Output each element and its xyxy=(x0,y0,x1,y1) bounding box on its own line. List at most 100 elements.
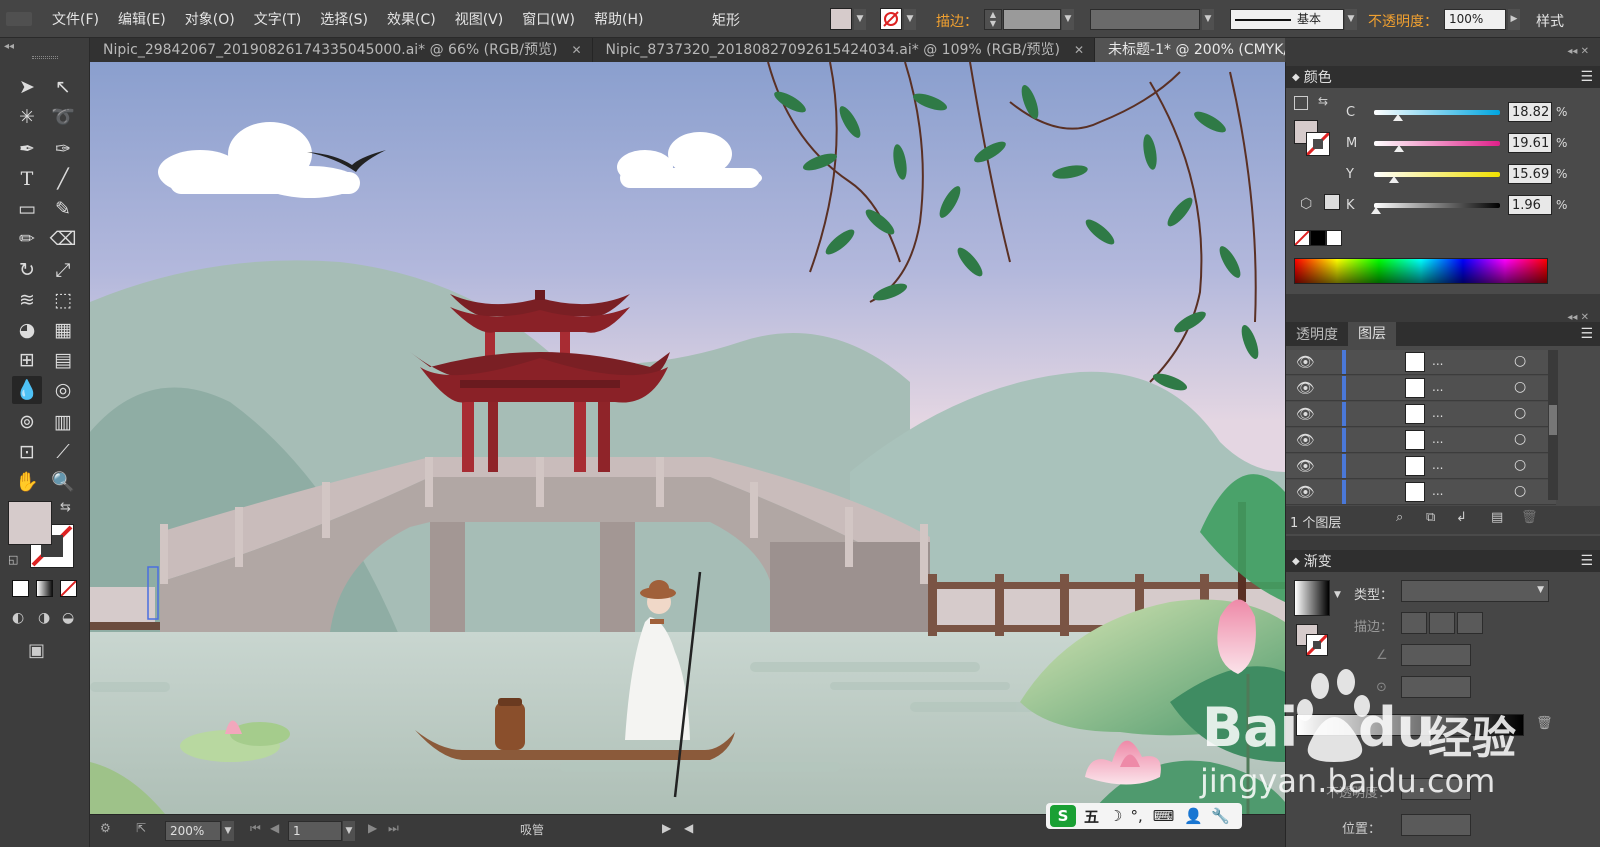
menu-type[interactable]: 文字(T) xyxy=(254,9,301,29)
target-icon[interactable]: ○ xyxy=(1514,431,1526,447)
wrench-icon[interactable]: 🔧 xyxy=(1211,807,1230,825)
layer-name[interactable]: ... xyxy=(1432,484,1443,498)
stroke-dropdown[interactable]: ▼ xyxy=(904,9,916,30)
tab-layers[interactable]: 图层 xyxy=(1348,322,1396,346)
target-icon[interactable]: ○ xyxy=(1514,483,1526,499)
pencil-tool-icon[interactable]: ✏ xyxy=(12,225,42,253)
stroke-swatch[interactable] xyxy=(880,8,902,30)
stroke-weight-dropdown[interactable]: ▼ xyxy=(1062,9,1074,30)
layer-row[interactable]: 👁... ○ xyxy=(1286,480,1556,505)
gradient-slider[interactable] xyxy=(1296,714,1524,736)
layer-row[interactable]: 👁... ○ xyxy=(1286,350,1556,375)
line-tool-icon[interactable]: ╱ xyxy=(48,165,78,193)
artboard-tool-icon[interactable]: ⊡ xyxy=(12,438,42,466)
panel-menu-icon[interactable]: ☰ xyxy=(1580,326,1593,342)
eyedropper-tool-icon[interactable]: 💧 xyxy=(12,376,42,404)
stop-opacity-field[interactable] xyxy=(1401,778,1471,800)
new-layer-icon[interactable]: ▤ xyxy=(1491,510,1503,525)
first-artboard-icon[interactable]: ⏮ xyxy=(250,821,261,836)
slider-thumb[interactable] xyxy=(1392,114,1403,121)
eye-icon[interactable]: 👁 xyxy=(1296,379,1315,397)
color-panel-header[interactable]: ◆ 颜色 ☰ xyxy=(1286,66,1600,88)
gradient-tool-icon[interactable]: ▤ xyxy=(48,346,78,374)
paintbrush-tool-icon[interactable]: ✎ xyxy=(48,195,78,223)
width-tool-icon[interactable]: ≋ xyxy=(12,286,42,314)
free-transform-tool-icon[interactable]: ⬚ xyxy=(48,286,78,314)
pen-tool-icon[interactable]: ✒ xyxy=(12,135,42,163)
status-settings-icon[interactable]: ⚙ xyxy=(100,821,111,835)
rectangle-tool-icon[interactable]: ▭ xyxy=(12,195,42,223)
tab-document-1[interactable]: Nipic_29842067_20190826174335045000.ai* … xyxy=(90,38,593,62)
angle-field[interactable] xyxy=(1401,644,1471,666)
layer-name[interactable]: ... xyxy=(1432,432,1443,446)
draw-normal-icon[interactable]: ◐ xyxy=(12,610,24,626)
screen-mode-icon[interactable]: ▣ xyxy=(28,640,45,661)
gradient-mode-icon[interactable] xyxy=(36,580,53,597)
fill-color-front[interactable] xyxy=(8,501,52,545)
shape-builder-tool-icon[interactable]: ◕ xyxy=(12,316,42,344)
zoom-field[interactable]: 200% xyxy=(165,821,221,841)
color-spectrum[interactable] xyxy=(1294,258,1548,284)
panel-menu-icon[interactable]: ☰ xyxy=(1580,69,1593,85)
draw-behind-icon[interactable]: ◑ xyxy=(38,610,50,626)
stepper-up-icon[interactable]: ▲ xyxy=(985,10,1001,19)
eye-icon[interactable]: 👁 xyxy=(1296,483,1315,501)
stroke-weight-field[interactable] xyxy=(1003,9,1061,30)
black-slider[interactable] xyxy=(1374,202,1500,208)
grip-icon[interactable] xyxy=(32,56,58,59)
curvature-tool-icon[interactable]: ✑ xyxy=(48,135,78,163)
eye-icon[interactable]: 👁 xyxy=(1296,431,1315,449)
menu-window[interactable]: 窗口(W) xyxy=(522,9,575,29)
scroll-left-icon[interactable]: ◀ xyxy=(684,821,693,835)
symbol-sprayer-tool-icon[interactable]: ⊚ xyxy=(12,408,42,436)
app-menu-handle[interactable] xyxy=(6,12,32,26)
cyan-value[interactable]: 18.82 xyxy=(1508,102,1552,122)
next-artboard-icon[interactable]: ▶ xyxy=(368,821,377,835)
fill-mini-icon[interactable] xyxy=(1294,96,1308,110)
none-swatch[interactable] xyxy=(1294,230,1310,246)
hand-tool-icon[interactable]: ✋ xyxy=(12,468,42,496)
artboard-dropdown[interactable]: ▼ xyxy=(343,821,355,841)
target-icon[interactable]: ○ xyxy=(1514,353,1526,369)
magenta-value[interactable]: 19.61 xyxy=(1508,133,1552,153)
stroke-within-button[interactable] xyxy=(1401,612,1427,634)
locate-object-icon[interactable]: ⌕ xyxy=(1396,510,1403,525)
layer-row[interactable]: 👁... ○ xyxy=(1286,402,1556,427)
perspective-grid-tool-icon[interactable]: ▦ xyxy=(48,316,78,344)
menu-effect[interactable]: 效果(C) xyxy=(387,9,436,29)
layer-name[interactable]: ... xyxy=(1432,380,1443,394)
default-colors-icon[interactable]: ◱ xyxy=(8,553,18,566)
opacity-field[interactable]: 100% xyxy=(1444,9,1506,30)
swap-icon[interactable]: ⇆ xyxy=(1318,94,1328,108)
mesh-tool-icon[interactable]: ⊞ xyxy=(12,346,42,374)
layer-row[interactable]: 👁... ○ xyxy=(1286,454,1556,479)
stroke-label[interactable]: 描边： xyxy=(936,11,978,32)
close-icon[interactable]: ✕ xyxy=(571,39,581,62)
collapse-icon[interactable]: ◂◂ xyxy=(4,41,14,52)
rotate-tool-icon[interactable]: ↻ xyxy=(12,256,42,284)
menu-object[interactable]: 对象(O) xyxy=(185,9,235,29)
new-sublayer-icon[interactable]: ↲ xyxy=(1456,510,1467,525)
eraser-tool-icon[interactable]: ⌫ xyxy=(48,225,78,253)
slider-thumb[interactable] xyxy=(1393,145,1404,152)
selection-tool-icon[interactable]: ➤ xyxy=(12,73,42,101)
sogou-logo[interactable]: S xyxy=(1050,805,1076,827)
delete-layer-icon[interactable]: 🗑 xyxy=(1521,510,1538,525)
none-mode-icon[interactable] xyxy=(60,580,77,597)
clipping-mask-icon[interactable]: ⧉ xyxy=(1426,510,1435,525)
panel-menu-icon[interactable]: ☰ xyxy=(1580,553,1593,569)
tab-transparency[interactable]: 透明度 xyxy=(1286,324,1348,344)
punctuation-icon[interactable]: °, xyxy=(1130,807,1142,825)
fill-swatch[interactable] xyxy=(830,8,852,30)
opacity-label[interactable]: 不透明度： xyxy=(1368,11,1438,32)
gradient-panel-header[interactable]: ◆ 渐变 ☰ xyxy=(1286,550,1600,572)
eye-icon[interactable]: 👁 xyxy=(1296,405,1315,423)
menu-view[interactable]: 视图(V) xyxy=(455,9,504,29)
target-icon[interactable]: ○ xyxy=(1514,405,1526,421)
slider-thumb[interactable] xyxy=(1388,176,1399,183)
variable-width-dropdown[interactable]: ▼ xyxy=(1202,9,1214,30)
direct-selection-tool-icon[interactable]: ↖ xyxy=(48,73,78,101)
tab-document-3[interactable]: 未标题-1* @ 200% (CMYK/预览) xyxy=(1095,38,1285,62)
zoom-dropdown[interactable]: ▼ xyxy=(222,821,234,841)
stroke-along-button[interactable] xyxy=(1429,612,1455,634)
